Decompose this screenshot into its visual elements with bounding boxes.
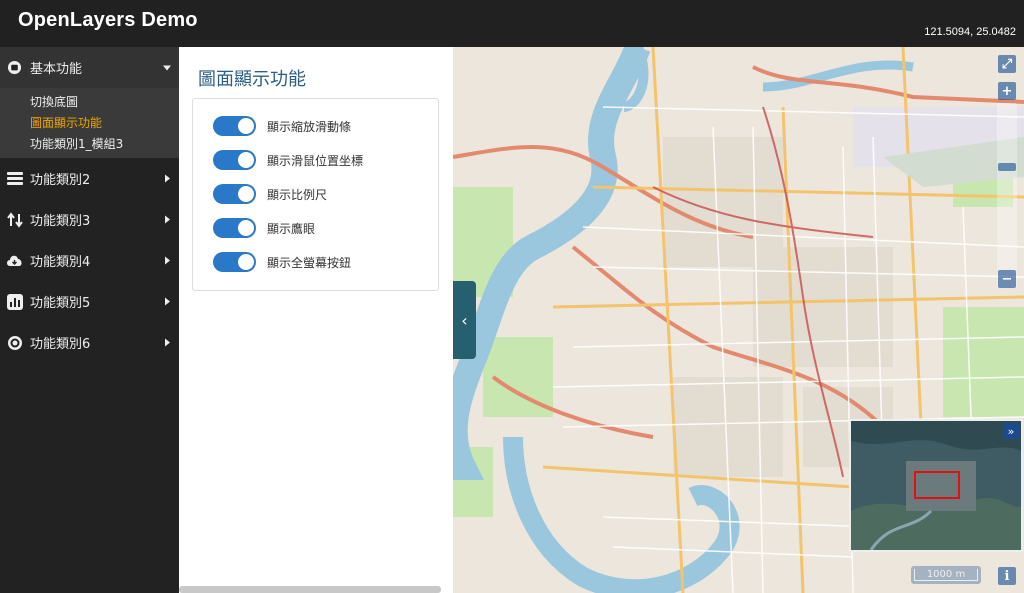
zoom-slider[interactable]	[997, 103, 1017, 288]
caret-right-icon	[165, 212, 171, 227]
sidebar-item-basic[interactable]: 基本功能	[0, 47, 179, 88]
submenu-item-module3[interactable]: 功能類別1_模組3	[0, 134, 179, 155]
toggle-switch[interactable]	[213, 150, 256, 170]
scale-line: 1000 m	[911, 566, 981, 584]
toggle-scale-line[interactable]: 顯示比例尺	[213, 184, 327, 204]
top-header: OpenLayers Demo 121.5094, 25.0482	[0, 0, 1024, 47]
toggle-label: 顯示比例尺	[267, 187, 328, 202]
layers-icon	[6, 170, 23, 187]
double-chevron-right-icon: »	[1007, 424, 1015, 438]
toggle-switch[interactable]	[213, 116, 256, 136]
sidebar-item-label: 功能類別3	[30, 214, 91, 229]
panel-collapse-tab[interactable]: ‹	[453, 281, 476, 359]
toggle-knob	[238, 152, 254, 168]
toggle-fullscreen-button[interactable]: 顯示全螢幕按鈕	[213, 252, 351, 272]
expand-icon: ⤢	[1001, 56, 1013, 72]
toggle-label: 顯示全螢幕按鈕	[267, 255, 352, 270]
sidebar-item-label: 功能類別4	[30, 255, 91, 270]
toggle-overview-map[interactable]: 顯示鷹眼	[213, 218, 315, 238]
toggle-switch[interactable]	[213, 218, 256, 238]
toggle-card: 顯示縮放滑動條 顯示滑鼠位置坐標 顯示比例尺 顯示鷹眼 顯示全螢幕按鈕	[192, 98, 439, 291]
sidebar-item-label: 基本功能	[30, 62, 83, 77]
settings-icon	[6, 334, 23, 351]
submenu-basic: 切換底圖 圖面顯示功能 功能類別1_模組3	[0, 88, 179, 158]
zoom-in-button[interactable]: +	[998, 82, 1016, 100]
zoom-out-button[interactable]: −	[998, 270, 1016, 288]
caret-right-icon	[165, 253, 171, 268]
overview-map[interactable]: »	[849, 419, 1023, 552]
chart-icon	[6, 293, 23, 310]
caret-right-icon	[165, 171, 171, 186]
toggle-switch[interactable]	[213, 184, 256, 204]
fullscreen-button[interactable]: ⤢	[998, 55, 1016, 73]
submenu-item-map-display[interactable]: 圖面顯示功能	[0, 113, 179, 134]
overview-toggle-button[interactable]: »	[1003, 423, 1019, 439]
horizontal-scrollbar[interactable]	[179, 586, 441, 593]
sidebar: 基本功能 切換底圖 圖面顯示功能 功能類別1_模組3 功能類別2 功能類別3 功…	[0, 47, 179, 593]
app-title: OpenLayers Demo	[18, 9, 198, 31]
info-icon: i	[1004, 568, 1010, 584]
plus-icon: +	[1001, 83, 1013, 99]
globe-icon	[6, 59, 23, 76]
sidebar-item-category2[interactable]: 功能類別2	[0, 158, 179, 199]
toggle-knob	[238, 118, 254, 134]
mouse-position-readout: 121.5094, 25.0482	[924, 26, 1016, 38]
settings-panel: 圖面顯示功能 顯示縮放滑動條 顯示滑鼠位置坐標 顯示比例尺 顯示鷹眼 顯示全螢幕…	[179, 47, 453, 593]
sidebar-item-category3[interactable]: 功能類別3	[0, 199, 179, 240]
caret-down-icon	[163, 60, 171, 75]
sidebar-item-category4[interactable]: 功能類別4	[0, 240, 179, 281]
toggle-label: 顯示滑鼠位置坐標	[267, 153, 364, 168]
caret-right-icon	[165, 335, 171, 350]
chevron-left-icon: ‹	[461, 310, 468, 330]
attribution-button[interactable]: i	[998, 567, 1016, 585]
toggle-knob	[238, 220, 254, 236]
toggle-zoom-slider[interactable]: 顯示縮放滑動條	[213, 116, 351, 136]
submenu-item-switch-basemap[interactable]: 切換底圖	[0, 92, 179, 113]
caret-right-icon	[165, 294, 171, 309]
toggle-label: 顯示鷹眼	[267, 221, 316, 236]
toggle-knob	[238, 254, 254, 270]
route-icon	[6, 211, 23, 228]
toggle-knob	[238, 186, 254, 202]
sidebar-item-category5[interactable]: 功能類別5	[0, 281, 179, 322]
sidebar-item-category6[interactable]: 功能類別6	[0, 322, 179, 363]
toggle-mouse-position[interactable]: 顯示滑鼠位置坐標	[213, 150, 363, 170]
minus-icon: −	[1001, 271, 1013, 287]
sidebar-item-label: 功能類別6	[30, 337, 91, 352]
panel-title: 圖面顯示功能	[198, 69, 306, 90]
cloud-icon	[6, 252, 23, 269]
sidebar-item-label: 功能類別2	[30, 173, 91, 188]
toggle-label: 顯示縮放滑動條	[267, 119, 352, 134]
zoom-slider-thumb[interactable]	[998, 163, 1016, 171]
toggle-switch[interactable]	[213, 252, 256, 272]
overview-extent-box[interactable]	[914, 471, 960, 499]
scale-label: 1000 m	[914, 569, 978, 581]
sidebar-item-label: 功能類別5	[30, 296, 91, 311]
